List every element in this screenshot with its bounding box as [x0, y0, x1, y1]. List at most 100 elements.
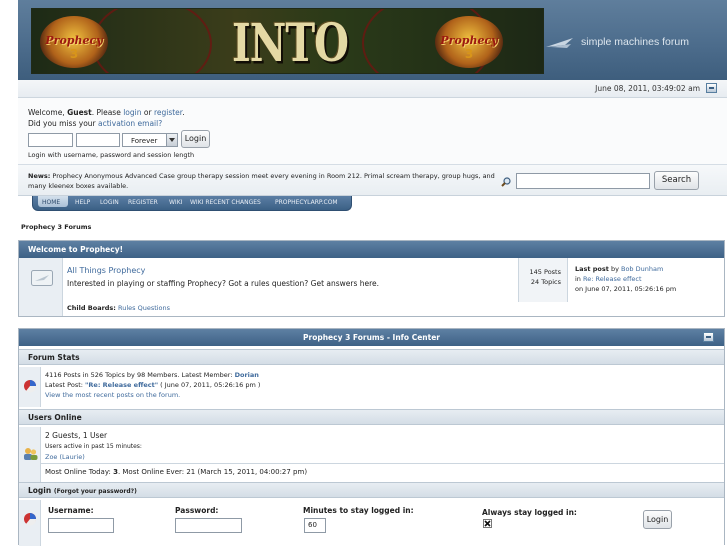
child-boards-label: Child Boards: [67, 304, 116, 312]
lastpost-topic-link[interactable]: Re: Release effect [583, 275, 642, 283]
news-body: Prophecy Anonymous Advanced Case group t… [28, 172, 495, 190]
menu-login[interactable]: LOGIN [100, 199, 119, 206]
board-description: Interested in playing or staffing Prophe… [67, 279, 380, 288]
forum-header: Prophecy3 INTO THE MIST Prophecy3 simple… [18, 0, 727, 80]
board-info-cell: All Things Prophecy Interested in playin… [63, 258, 518, 302]
most-online-text: Most Online Today: 3. Most Online Ever: … [45, 467, 307, 477]
date-bar: June 08, 2011, 03:49:02 am [18, 80, 727, 98]
collapse-info-icon[interactable] [703, 332, 714, 342]
child-spacer [19, 302, 63, 316]
users-online-text: 2 Guests, 1 User Users active in past 15… [45, 431, 142, 462]
menu-prophecylarp[interactable]: PROPHECYLARP.COM [275, 199, 338, 206]
child-board-rules-questions-link[interactable]: Rules Questions [118, 304, 170, 312]
forum-banner[interactable]: Prophecy3 INTO THE MIST Prophecy3 [31, 8, 544, 74]
period-text: . [182, 108, 185, 117]
category-box: Welcome to Prophecy! All Things Prophecy… [18, 240, 725, 317]
session-length-value: Forever [131, 137, 158, 145]
search-input[interactable] [516, 173, 650, 189]
stats-icon [24, 380, 37, 393]
board-name-link[interactable]: All Things Prophecy [67, 266, 145, 275]
login-link[interactable]: login [123, 108, 141, 117]
news-bar: News: Prophecy Anonymous Advanced Case g… [18, 165, 727, 196]
lastpost-date: on June 07, 2011, 05:26:16 pm [575, 285, 677, 293]
users-active-label: Users active in past 15 minutes: [45, 443, 142, 450]
main-menu: HOME HELP LOGIN REGISTER WIKI WIKI RECEN… [32, 196, 352, 211]
or-text: or [141, 108, 154, 117]
info-center-title-text: Prophecy 3 Forums - Info Center [303, 333, 440, 342]
menu-help[interactable]: HELP [75, 199, 90, 206]
menu-home[interactable]: HOME [42, 199, 60, 206]
smf-logo[interactable]: simple machines forum [545, 32, 727, 54]
child-boards: Child Boards: Rules Questions [67, 304, 170, 312]
login-icon-cell [19, 500, 41, 546]
stats-icon-cell [19, 367, 41, 407]
login-icon [24, 513, 37, 526]
username-label: Username: [48, 506, 94, 515]
breadcrumb[interactable]: Prophecy 3 Forums [21, 223, 91, 231]
board-icon-cell [19, 258, 63, 302]
register-link[interactable]: register [154, 108, 182, 117]
news-text: News: Prophecy Anonymous Advanced Case g… [28, 171, 498, 191]
prophecy-logo-right: Prophecy 3 [435, 16, 503, 68]
please-text: . Please [91, 108, 124, 117]
collapse-header-icon[interactable] [706, 83, 717, 93]
session-length-select[interactable]: Forever [122, 133, 178, 147]
quick-username-input[interactable] [28, 133, 73, 147]
news-label: News: [28, 172, 51, 180]
users-divider [41, 463, 724, 464]
info-center: Prophecy 3 Forums - Info Center Forum St… [18, 328, 725, 546]
smf-logo-text: simple machines forum [581, 36, 689, 48]
username-input[interactable] [48, 518, 114, 533]
missed-text: Did you miss your [28, 119, 99, 128]
checkbox-mark-icon [484, 520, 491, 527]
activation-email-link[interactable]: activation email? [98, 119, 162, 128]
board-posts: 145 Posts [529, 268, 561, 276]
guest-label: Guest [67, 108, 92, 117]
users-icon-cell [19, 427, 41, 482]
latest-member-link[interactable]: Dorian [235, 371, 259, 379]
search-button[interactable]: Search [654, 171, 699, 190]
latest-post-date: ( June 07, 2011, 05:26:16 pm ) [158, 381, 261, 389]
always-logged-in-checkbox[interactable] [483, 519, 492, 528]
menu-wiki-recent-changes[interactable]: WIKI RECENT CHANGES [190, 199, 261, 206]
quick-password-input[interactable] [76, 133, 120, 147]
login-heading: Login (Forgot your password?) [19, 482, 724, 498]
most-online-ever: . Most Online Ever: 21 (March 15, 2011, … [117, 468, 308, 476]
banner-title: INTO THE MIST [232, 13, 349, 74]
welcome-text: Welcome, Guest. Please login or register… [28, 107, 185, 129]
quick-login-button[interactable]: Login [181, 130, 210, 148]
password-label: Password: [175, 506, 219, 515]
category-title[interactable]: Welcome to Prophecy! [19, 241, 724, 258]
password-input[interactable] [175, 518, 242, 533]
users-online-count: 2 Guests, 1 User [45, 431, 108, 440]
chevron-down-icon[interactable] [166, 134, 177, 146]
forum-stats-text: 4116 Posts in 526 Topics by 98 Members. … [45, 370, 260, 400]
menu-wiki[interactable]: WIKI [169, 199, 182, 206]
welcome-prefix: Welcome, [28, 108, 68, 117]
forum-stats-heading: Forum Stats [19, 349, 724, 365]
latest-post-link[interactable]: "Re: Release effect" [85, 381, 158, 389]
login-heading-text: Login [28, 486, 52, 495]
minutes-input[interactable]: 60 [304, 518, 326, 533]
recent-posts-link[interactable]: View the most recent posts on the forum. [45, 391, 180, 399]
lastpost-label: Last post [575, 265, 609, 273]
in-text: in [575, 275, 583, 283]
login-submit-button[interactable]: Login [643, 510, 672, 529]
menu-register[interactable]: REGISTER [128, 199, 158, 206]
online-user-link[interactable]: Zoe (Laurie) [45, 453, 85, 461]
login-hint: Login with username, password and sessio… [28, 151, 195, 159]
smf-wings-icon [546, 38, 573, 48]
user-panel: Welcome, Guest. Please login or register… [18, 98, 727, 165]
lastpost-user-link[interactable]: Bob Dunham [621, 265, 663, 273]
no-new-posts-icon[interactable] [31, 270, 53, 286]
board-lastpost: Last post by Bob Dunham in Re: Release e… [575, 264, 676, 294]
latest-post-label: Latest Post: [45, 381, 86, 389]
stats-line1: 4116 Posts in 526 Topics by 98 Members. … [45, 371, 235, 379]
forgot-password-link[interactable]: (Forgot your password?) [54, 488, 137, 495]
users-online-heading: Users Online [19, 409, 724, 425]
current-date: June 08, 2011, 03:49:02 am [595, 84, 700, 93]
users-online-icon [24, 448, 38, 460]
board-lastpost-cell: Last post by Bob Dunham in Re: Release e… [568, 258, 724, 302]
board-row: All Things Prophecy Interested in playin… [19, 258, 724, 302]
always-logged-in-label: Always stay logged in: [482, 508, 577, 517]
